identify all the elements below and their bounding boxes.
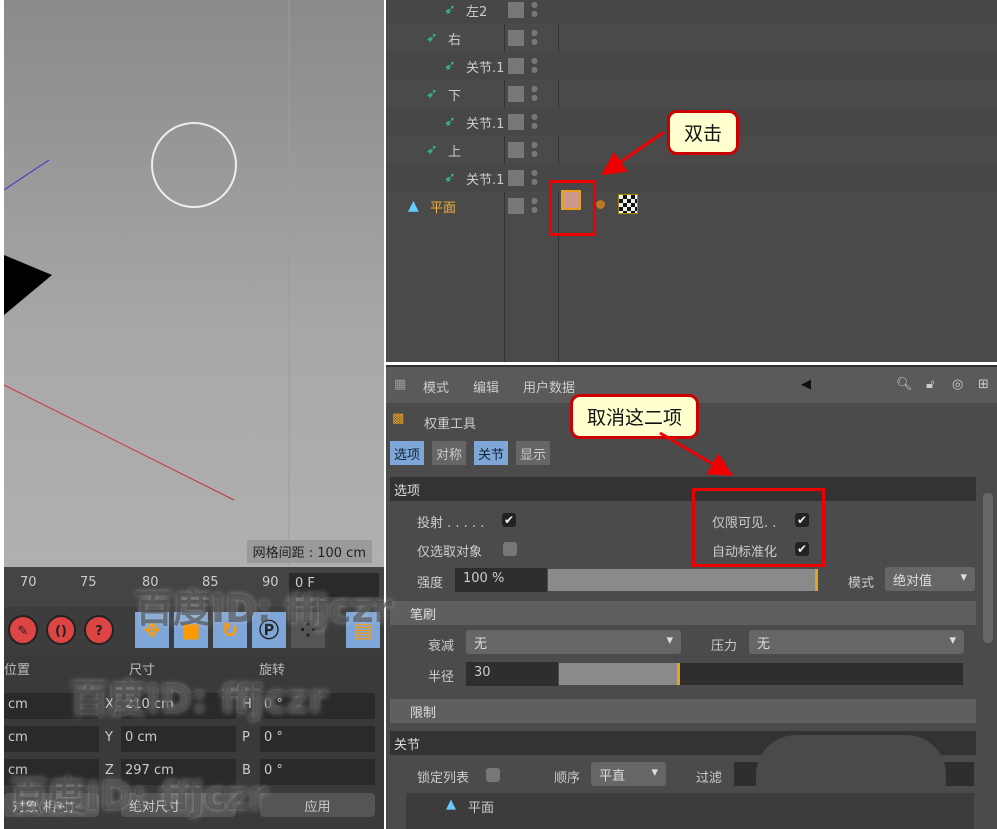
- watermark: 百度ID: ffjczr: [70, 677, 328, 721]
- watermark: 百度ID: ffjczr: [135, 587, 393, 631]
- watermark: 百度ID: ffjczr: [10, 774, 268, 818]
- arrow-to-options: [659, 431, 734, 477]
- arrow-to-tag: [601, 130, 665, 176]
